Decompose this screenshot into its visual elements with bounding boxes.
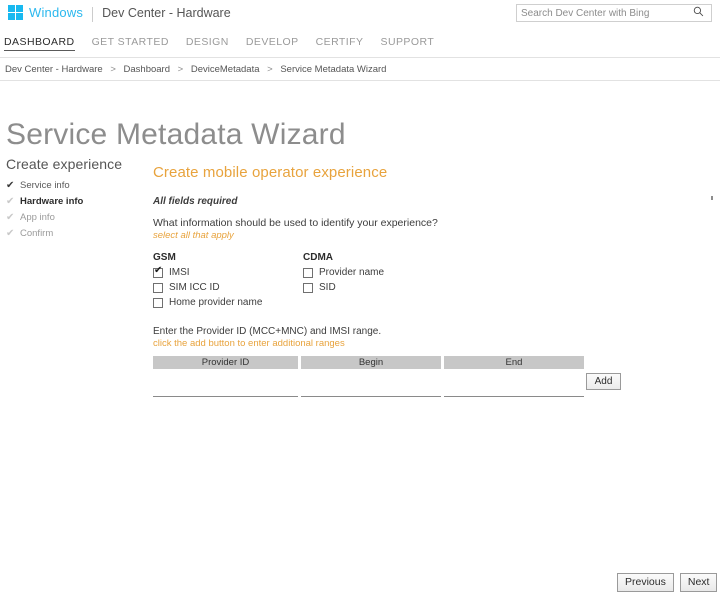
checkbox-label: SIM ICC ID: [169, 282, 220, 293]
checkbox-label: IMSI: [169, 267, 190, 278]
check-icon: ✔: [6, 212, 15, 223]
sidebar-item-label: Hardware info: [20, 196, 84, 207]
table-row: [153, 381, 613, 397]
nav-item-develop[interactable]: DEVELOP: [246, 36, 299, 50]
sidebar-item-label: App info: [20, 212, 55, 223]
end-input[interactable]: [444, 381, 584, 397]
wizard-footer: Previous Next: [617, 573, 718, 592]
breadcrumb-separator: >: [267, 64, 273, 75]
breadcrumb-separator: >: [110, 64, 116, 75]
section-heading: Create mobile operator experience: [153, 164, 388, 181]
search-icon[interactable]: [689, 6, 707, 20]
range-hint: click the add button to enter additional…: [153, 338, 345, 349]
check-icon: ✔: [6, 228, 15, 239]
breadcrumb-item-dashboard[interactable]: Dashboard: [124, 64, 170, 75]
nav-item-dashboard[interactable]: DASHBOARD: [4, 36, 75, 51]
search-box[interactable]: [516, 4, 712, 22]
table-column-header-end: End: [444, 356, 584, 369]
next-button[interactable]: Next: [679, 573, 718, 592]
sidebar-item-confirm[interactable]: ✔ Confirm: [6, 228, 146, 239]
table-column-header-provider-id: Provider ID: [153, 356, 298, 369]
breadcrumb-item-devicemetadata[interactable]: DeviceMetadata: [191, 64, 260, 75]
checkbox-sim-icc-id[interactable]: [153, 282, 163, 293]
provider-range-table: Provider ID Begin End Add: [153, 356, 621, 397]
checkbox-sid[interactable]: [303, 282, 313, 293]
sidebar-item-label: Confirm: [20, 228, 54, 239]
rail-title: Create experience: [6, 156, 123, 172]
brand-name: Windows: [29, 5, 84, 20]
checkbox-provider-name[interactable]: [303, 267, 313, 278]
gsm-group: GSM IMSI SIM ICC ID Home provider name: [153, 252, 303, 312]
windows-logo-icon: [8, 5, 23, 20]
nav-item-certify[interactable]: CERTIFY: [316, 36, 364, 50]
wizard-step-rail: Create experience ✔ Service info ✔ Hardw…: [6, 156, 146, 244]
checkbox-row-sid[interactable]: SID: [303, 282, 453, 293]
range-prompt: Enter the Provider ID (MCC+MNC) and IMSI…: [153, 326, 382, 337]
nav-item-design[interactable]: DESIGN: [186, 36, 229, 50]
checkbox-label: SID: [319, 282, 336, 293]
breadcrumb-separator: >: [177, 64, 184, 75]
checkbox-label: Home provider name: [169, 297, 263, 308]
page-root: Windows Dev Center - Hardware DASHBOARD …: [0, 0, 720, 600]
identify-question: What information should be used to ident…: [153, 217, 438, 229]
search-input[interactable]: [517, 5, 689, 21]
checkbox-row-imsi[interactable]: IMSI: [153, 266, 303, 278]
page-title: Service Metadata Wizard: [6, 118, 346, 152]
nav-item-support[interactable]: SUPPORT: [380, 36, 434, 50]
provider-id-input[interactable]: [153, 381, 298, 397]
global-header: Windows Dev Center - Hardware: [0, 0, 720, 28]
brand-divider: [92, 7, 94, 22]
breadcrumb-divider: [0, 80, 720, 81]
header-divider: [0, 57, 720, 58]
identify-question-hint: select all that apply: [153, 230, 234, 241]
check-icon: ✔: [6, 180, 15, 191]
add-range-button[interactable]: Add: [586, 373, 621, 390]
breadcrumb-item-service-metadata-wizard[interactable]: Service Metadata Wizard: [280, 64, 386, 75]
required-fields-note: All fields required: [153, 196, 238, 207]
checkbox-home-provider-name[interactable]: [153, 297, 163, 308]
sidebar-item-label: Service info: [20, 180, 70, 191]
sidebar-item-hardware-info[interactable]: ✔ Hardware info: [6, 196, 146, 207]
table-column-header-begin: Begin: [301, 356, 441, 369]
network-type-options: GSM IMSI SIM ICC ID Home provider name C…: [153, 252, 673, 312]
cdma-group: CDMA Provider name SID: [303, 252, 453, 312]
checkbox-label: Provider name: [319, 267, 385, 278]
breadcrumb-item-dev-center[interactable]: Dev Center - Hardware: [5, 64, 103, 75]
brand-subtitle: Dev Center - Hardware: [102, 5, 231, 20]
begin-input[interactable]: [301, 381, 441, 397]
checkbox-row-sim-icc-id[interactable]: SIM ICC ID: [153, 282, 303, 293]
primary-navigation: DASHBOARD GET STARTED DESIGN DEVELOP CER…: [0, 36, 720, 56]
breadcrumb: Dev Center - Hardware > Dashboard > Devi…: [5, 64, 386, 75]
previous-button[interactable]: Previous: [617, 573, 674, 592]
table-header-row: Provider ID Begin End: [153, 356, 613, 369]
check-icon: ✔: [6, 196, 15, 207]
gsm-group-label: GSM: [153, 252, 176, 263]
checkbox-imsi[interactable]: [153, 266, 163, 278]
sidebar-item-app-info[interactable]: ✔ App info: [6, 212, 146, 223]
checkbox-row-home-provider-name[interactable]: Home provider name: [153, 297, 303, 308]
right-edge-mark: [711, 196, 713, 200]
cdma-group-label: CDMA: [303, 252, 333, 263]
checkbox-row-provider-name[interactable]: Provider name: [303, 267, 453, 278]
brand[interactable]: Windows Dev Center - Hardware: [8, 5, 231, 22]
sidebar-item-service-info[interactable]: ✔ Service info: [6, 180, 146, 191]
nav-item-get-started[interactable]: GET STARTED: [92, 36, 169, 50]
main-content: Create mobile operator experience All fi…: [153, 164, 673, 397]
